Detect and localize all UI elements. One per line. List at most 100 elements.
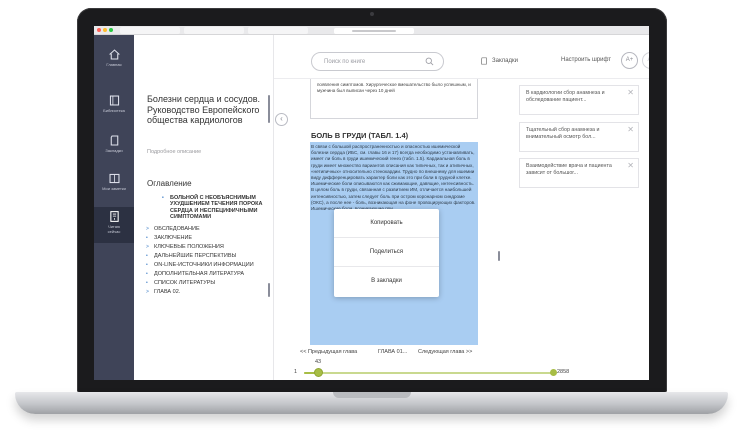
toc-item-label: ЗАКЛЮЧЕНИЕ: [154, 234, 193, 241]
first-page-label: 1: [294, 369, 298, 375]
toc-item[interactable]: > КЛЮЧЕВЫЕ ПОЛОЖЕНИЯ: [146, 244, 274, 250]
toc-item-label: ДАЛЬНЕЙШИЕ ПЕРСПЕКТИВЫ: [154, 252, 237, 259]
toc-bullet-icon: •: [146, 279, 148, 286]
sidebar-item-home[interactable]: Главная: [94, 45, 134, 81]
browser-tab[interactable]: [248, 27, 308, 34]
browser-tab[interactable]: [184, 27, 244, 34]
window-controls: [97, 28, 113, 32]
book-title: Болезни сердца и сосудов. Руководство Ев…: [147, 94, 260, 125]
previous-paragraph: появления симптомов. Хирургическое вмеша…: [310, 79, 478, 119]
toc-item[interactable]: > ГЛАВА 02.: [146, 289, 274, 295]
toc-item-label: ON-LINE-ИСТОЧНИКИ ИНФОРМАЦИИ: [154, 261, 254, 268]
toc-item[interactable]: • ЗАКЛЮЧЕНИЕ: [146, 235, 274, 241]
collapse-toc-button[interactable]: ‹: [275, 113, 288, 126]
sidebar-item-label: Закладки: [105, 148, 123, 153]
toc-bullet-icon: •: [146, 252, 148, 259]
camera: [370, 12, 374, 16]
bookmarks-button[interactable]: Закладки: [480, 57, 518, 65]
reader-app: Главная Библиотека Закладки Мои заметки …: [94, 35, 649, 380]
note-card[interactable]: Тщательный сбор анамнеза и внимательный …: [519, 122, 639, 152]
progress-track[interactable]: [304, 372, 553, 374]
toc-item[interactable]: • ДОПОЛНИТЕЛЬНАЯ ЛИТЕРАТУРА: [146, 271, 274, 277]
toc-expand-icon[interactable]: >: [146, 226, 154, 232]
close-window-icon[interactable]: [97, 28, 101, 32]
font-decrease-button[interactable]: А-: [642, 52, 649, 69]
search-icon[interactable]: [425, 57, 434, 66]
sidebar-item-reading-now[interactable]: Читаю сейчас: [94, 207, 134, 243]
close-icon[interactable]: ✕: [627, 89, 634, 97]
notes-icon: [109, 173, 119, 184]
toc-panel: Болезни сердца и сосудов. Руководство Ев…: [134, 35, 274, 380]
toc-item-label: КЛЮЧЕВЫЕ ПОЛОЖЕНИЯ: [154, 243, 224, 250]
sidebar-item-label: Библиотека: [103, 108, 125, 113]
note-text: Тщательный сбор анамнеза и внимательный …: [526, 127, 600, 140]
note-text: В кардиологии сбор анамнеза и обследован…: [526, 90, 605, 103]
sidebar-item-label: Главная: [106, 62, 122, 67]
reader-header: Поиск по книге Закладки Настроить шрифт …: [274, 35, 649, 79]
current-page-label: 43: [315, 359, 322, 365]
toc-bullet-icon: •: [146, 261, 148, 268]
browser-bar: [94, 26, 649, 35]
toc-scrollbar[interactable]: [268, 283, 270, 297]
note-text: Взаимодействие врача и пациента зависит …: [526, 163, 612, 176]
section-title: БОЛЬ В ГРУДИ (ТАБЛ. 1.4): [311, 131, 409, 140]
laptop-base: [15, 392, 728, 414]
current-book-icon: [109, 211, 119, 222]
chevron-left-icon: ‹: [280, 114, 283, 123]
toc-item[interactable]: • БОЛЬНОЙ С НЕОБЪЯСНИМЫМ УХУДШЕНИЕМ ТЕЧЕН…: [146, 195, 274, 221]
toc-expand-icon[interactable]: >: [146, 289, 154, 295]
previous-chapter-link[interactable]: << Предыдущая глава: [300, 349, 357, 355]
address-bar[interactable]: [334, 27, 414, 34]
font-increase-button[interactable]: А+: [621, 52, 638, 69]
bookmark-icon: [481, 57, 487, 65]
current-chapter-label: ГЛАВА 01...: [378, 349, 408, 355]
toc-item[interactable]: • СПИСОК ЛИТЕРАТУРЫ: [146, 280, 274, 286]
search-placeholder: Поиск по книге: [324, 58, 366, 65]
toc-title-scrollbar[interactable]: [268, 95, 270, 123]
minimize-window-icon[interactable]: [103, 28, 107, 32]
copy-menu-item[interactable]: Копировать: [334, 209, 439, 238]
reader-scrollbar[interactable]: [498, 251, 500, 261]
close-icon[interactable]: ✕: [627, 162, 634, 170]
close-icon[interactable]: ✕: [627, 126, 634, 134]
browser-tab[interactable]: [120, 27, 180, 34]
notes-panel: В кардиологии сбор анамнеза и обследован…: [519, 79, 649, 380]
maximize-window-icon[interactable]: [109, 28, 113, 32]
toc-bullet-icon: •: [162, 195, 164, 201]
next-chapter-link[interactable]: Следующая глава >>: [418, 349, 472, 355]
sidebar-item-label: Читаю сейчас: [107, 224, 121, 234]
sidebar-item-bookmarks[interactable]: Закладки: [94, 131, 134, 167]
sidebar-item-notes[interactable]: Мои заметки: [94, 169, 134, 205]
add-bookmark-menu-item[interactable]: В закладки: [334, 267, 439, 296]
description-link[interactable]: Подробное описание: [147, 149, 201, 155]
toc-item-label: ДОПОЛНИТЕЛЬНАЯ ЛИТЕРАТУРА: [154, 270, 245, 277]
font-settings-label: Настроить шрифт: [561, 57, 612, 63]
sidebar-rail: Главная Библиотека Закладки Мои заметки …: [94, 35, 134, 380]
address-text: [352, 29, 396, 32]
bookmarks-label: Закладки: [492, 58, 518, 64]
laptop-notch: [333, 392, 411, 398]
home-icon: [108, 49, 120, 60]
library-icon: [109, 95, 119, 106]
sidebar-item-library[interactable]: Библиотека: [94, 91, 134, 127]
toc-item[interactable]: • ON-LINE-ИСТОЧНИКИ ИНФОРМАЦИИ: [146, 262, 274, 268]
toc-bullet-icon: •: [146, 270, 148, 277]
toc-item-label: СПИСОК ЛИТЕРАТУРЫ: [154, 279, 216, 286]
toc-expand-icon[interactable]: >: [146, 244, 154, 250]
note-card[interactable]: В кардиологии сбор анамнеза и обследован…: [519, 85, 639, 115]
screen: Главная Библиотека Закладки Мои заметки …: [94, 26, 649, 380]
note-card[interactable]: Взаимодействие врача и пациента зависит …: [519, 158, 639, 188]
search-input[interactable]: Поиск по книге: [311, 52, 444, 71]
progress-slider-handle[interactable]: [313, 368, 323, 377]
toc-item-label: ГЛАВА 02.: [154, 288, 181, 295]
toc-item[interactable]: • ДАЛЬНЕЙШИЕ ПЕРСПЕКТИВЫ: [146, 253, 274, 259]
toc-item-label: БОЛЬНОЙ С НЕОБЪЯСНИМЫМ УХУДШЕНИЕМ ТЕЧЕНИ…: [170, 195, 263, 221]
context-menu: Копировать Поделиться В закладки: [334, 209, 439, 297]
toc-item-label: ОБСЛЕДОВАНИЕ: [154, 225, 200, 232]
toc-bullet-icon: •: [146, 234, 148, 241]
toc-item[interactable]: > ОБСЛЕДОВАНИЕ: [146, 226, 274, 232]
sidebar-item-label: Мои заметки: [102, 186, 126, 191]
toc-heading: Оглавление: [147, 179, 192, 188]
share-menu-item[interactable]: Поделиться: [334, 238, 439, 267]
bookmarks-icon: [110, 135, 118, 146]
